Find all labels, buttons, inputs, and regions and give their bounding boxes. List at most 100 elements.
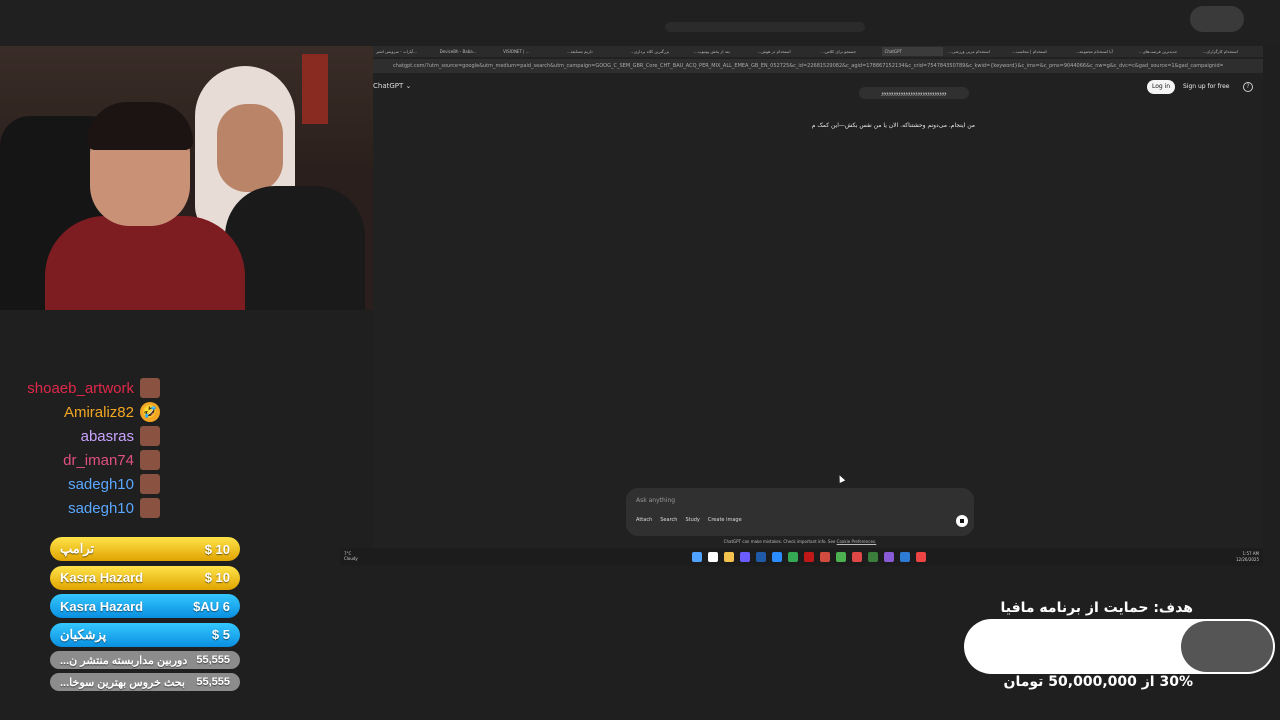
taskbar-app-icon[interactable]: [724, 552, 734, 562]
composer-tools: Attach Search Study Create image: [636, 517, 742, 523]
goal-title: هدف: حمایت از برنامه مافیا: [1000, 600, 1193, 616]
taskbar-app-icon[interactable]: [756, 552, 766, 562]
browser-tab[interactable]: ...استخدام در هوش: [754, 47, 816, 56]
chat-emote-icon: [140, 426, 160, 446]
disclaimer-text: ChatGPT can make mistakes. Check importa…: [723, 539, 836, 544]
browser-tab[interactable]: ...داریم مسابقه: [564, 47, 626, 56]
taskbar-app-icon[interactable]: [804, 552, 814, 562]
chat-emote-icon: [140, 378, 160, 398]
login-button[interactable]: Log in: [1147, 80, 1175, 94]
chat-username: dr_iman74: [63, 451, 134, 469]
streamer: [45, 102, 245, 310]
goal-progress-bar: [964, 619, 1275, 674]
clock-date: 12/26/2025: [1235, 557, 1259, 562]
signup-button[interactable]: Sign up for free: [1183, 83, 1230, 90]
donation-item: ترامپ $ 10: [50, 537, 240, 561]
weather-condition: Cloudy: [344, 556, 358, 561]
donor-name: Kasra Hazard: [60, 570, 144, 585]
donation-amount: 55,555: [196, 654, 230, 666]
taskbar-app-icon[interactable]: [836, 552, 846, 562]
windows-taskbar: 7°C Cloudy 1:57 AM 12/26/2025: [340, 548, 1263, 566]
chat-message: dr_iman74: [0, 448, 160, 472]
donation-amount: 55,555: [196, 676, 230, 688]
chat-message: sadegh10: [0, 496, 160, 520]
chat-username: sadegh10: [68, 499, 134, 517]
assistant-reply: من اینجام. می‌دونم وحشتناکه. الان یا من …: [811, 122, 975, 129]
chat-emote-icon: [140, 498, 160, 518]
taskbar-app-icon[interactable]: [788, 552, 798, 562]
taskbar-app-icon[interactable]: [900, 552, 910, 562]
stream-scene: آپارات - سرویس اشتر... DeviceBh - Baba...…: [0, 0, 1280, 720]
donation-amount: $ 10: [204, 541, 230, 557]
guest-body: [225, 186, 365, 310]
browser-tab[interactable]: ...استخدام کارگزاران: [1200, 47, 1262, 56]
browser-tab[interactable]: ...آیا استخدام مجموعه: [1072, 47, 1134, 56]
taskbar-app-icon[interactable]: [772, 552, 782, 562]
donation-item: پزشکیان $ 5: [50, 622, 240, 647]
user-message: ووووووووووووووووووووووووووو: [859, 87, 969, 99]
donation-item: بحث خروس بهترین سوخا... 55,555: [50, 673, 240, 691]
taskbar-app-icon[interactable]: [820, 552, 830, 562]
goal-amount: 30% از 50,000,000 تومان: [1003, 674, 1194, 690]
donor-name: پزشکیان: [60, 626, 107, 642]
taskbar-app-icon[interactable]: [692, 552, 702, 562]
taskbar-app-icon[interactable]: [740, 552, 750, 562]
browser-tab[interactable]: ...جستجو برای کلاس: [818, 47, 880, 56]
donor-name: Kasra Hazard: [60, 598, 144, 614]
taskbar-app-icon[interactable]: [916, 552, 926, 562]
browser-window: آپارات - سرویس اشتر... DeviceBh - Baba...…: [373, 46, 1263, 548]
donations-list: ترامپ $ 10 Kasra Hazard $ 10 Kasra Hazard $AU…: [50, 537, 240, 695]
search-button[interactable]: Search: [660, 517, 677, 523]
taskbar-app-icon[interactable]: [884, 552, 894, 562]
chat-message: shoaeb_artwork: [0, 376, 160, 400]
study-button[interactable]: Study: [685, 517, 699, 523]
browser-tab[interactable]: آپارات - سرویس اشتر...: [373, 47, 435, 56]
donation-item: Kasra Hazard $AU 6: [50, 594, 240, 618]
browser-tab[interactable]: ...استخدام مربی ورزشی: [945, 47, 1007, 56]
create-image-button[interactable]: Create image: [708, 517, 742, 523]
browser-tab[interactable]: DeviceBh - Baba...: [437, 47, 499, 56]
composer[interactable]: Ask anything Attach Search Study Create …: [626, 488, 974, 536]
browser-tab[interactable]: ...بعد از پخش یوتیوب: [691, 47, 753, 56]
tab-bar: آپارات - سرویس اشتر... DeviceBh - Baba...…: [373, 46, 1263, 57]
chat-message: Amiraliz82 🤣: [0, 400, 160, 424]
composer-input[interactable]: Ask anything: [636, 497, 675, 504]
donation-item: دوربین مداربسته منتشر ن... 55,555: [50, 651, 240, 669]
chat-username: sadegh10: [68, 475, 134, 493]
taskbar-app-icon[interactable]: [852, 552, 862, 562]
donor-name: دوربین مداربسته منتشر ن...: [60, 654, 188, 667]
taskbar-app-icon[interactable]: [708, 552, 718, 562]
cookie-preferences-link[interactable]: Cookie Preferences.: [837, 539, 877, 544]
blurred-element: [1190, 6, 1244, 32]
chat-message: sadegh10: [0, 472, 160, 496]
url-text[interactable]: chatgpt.com/?utm_source=google&utm_mediu…: [393, 61, 1223, 71]
browser-tab[interactable]: ...استخدام | محاسب: [1009, 47, 1071, 56]
chat-username: abasras: [80, 427, 134, 445]
stop-button[interactable]: [956, 515, 968, 527]
donation-amount: $AU 6: [193, 598, 230, 614]
disclaimer: ChatGPT can make mistakes. Check importa…: [626, 539, 974, 544]
taskbar-app-icon[interactable]: [868, 552, 878, 562]
goal-progress-fill: [1181, 621, 1273, 672]
donation-item: Kasra Hazard $ 10: [50, 565, 240, 590]
browser-tab[interactable]: VISIONET | ...: [500, 47, 562, 56]
donor-name: ترامپ: [60, 541, 95, 556]
help-icon[interactable]: ?: [1243, 82, 1253, 92]
model-selector[interactable]: ChatGPT ⌄: [373, 82, 411, 90]
streamer-hair: [87, 102, 193, 150]
webcam-feed: [0, 46, 373, 310]
top-strip: [0, 0, 1280, 46]
attach-button[interactable]: Attach: [636, 517, 652, 523]
chat-username: Amiraliz82: [63, 403, 134, 421]
browser-tab[interactable]: ...بزرگترین کلاه برداری: [627, 47, 689, 56]
weather-widget[interactable]: 7°C Cloudy: [344, 551, 358, 561]
red-hoodie: [45, 216, 245, 310]
system-tray[interactable]: 1:57 AM 12/26/2025: [1236, 551, 1259, 563]
chat-message: abasras: [0, 424, 160, 448]
browser-tab[interactable]: ChatGPT: [881, 47, 944, 56]
chat-username: shoaeb_artwork: [27, 379, 134, 397]
address-bar[interactable]: chatgpt.com/?utm_source=google&utm_mediu…: [373, 59, 1263, 73]
chat-overlay: shoaeb_artwork Amiraliz82 🤣 abasras dr_iman7…: [0, 376, 160, 520]
browser-tab[interactable]: ...جدیدترین فرصت‌های: [1136, 47, 1198, 56]
chat-emote-icon: [140, 450, 160, 470]
